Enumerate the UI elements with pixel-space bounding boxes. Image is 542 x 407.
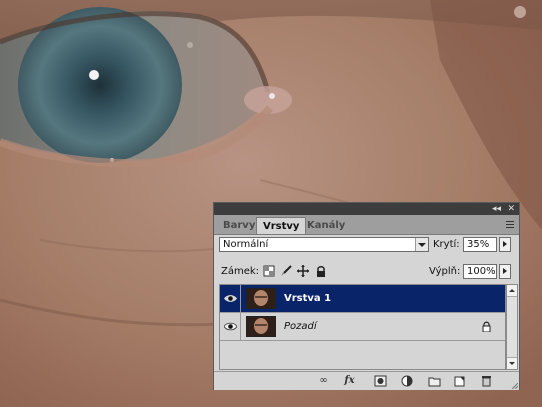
visibility-toggle[interactable] — [220, 285, 241, 312]
tab-barvy[interactable]: Barvy — [217, 217, 261, 234]
new-group-icon[interactable] — [428, 375, 441, 387]
delete-layer-icon[interactable] — [480, 375, 493, 387]
layer-row-pozadi[interactable]: Pozadí — [220, 313, 505, 341]
lock-label: Zámek: — [221, 266, 260, 277]
blend-mode-select[interactable]: Normální — [219, 237, 429, 252]
adjustment-layer-icon[interactable] — [401, 375, 414, 387]
link-layers-icon[interactable]: ∞ — [317, 375, 330, 387]
layers-panel: ◂◂ ✕ Barvy Vrstvy Kanály Normální Krytí:… — [213, 202, 520, 390]
scroll-up-icon[interactable] — [507, 285, 517, 297]
tab-vrstvy[interactable]: Vrstvy — [256, 217, 307, 234]
chevron-down-icon[interactable] — [415, 238, 428, 251]
layer-row-vrstva-1[interactable]: Vrstva 1 — [220, 285, 505, 313]
lock-brush-icon[interactable] — [280, 265, 292, 277]
layer-mask-icon[interactable] — [374, 375, 387, 387]
panel-titlebar[interactable]: ◂◂ ✕ — [214, 203, 519, 215]
opacity-field[interactable]: 35% — [463, 237, 497, 252]
collapse-panel-icon[interactable]: ◂◂ — [492, 203, 501, 215]
opacity-label: Krytí: — [433, 239, 460, 250]
fill-slider-button[interactable] — [499, 264, 511, 279]
fill-field[interactable]: 100% — [463, 264, 497, 279]
layer-name[interactable]: Vrstva 1 — [284, 292, 331, 305]
fill-label: Výplň: — [429, 266, 461, 277]
eye-icon — [224, 295, 237, 302]
lock-icon — [482, 321, 491, 332]
layers-list: Vrstva 1 Pozadí — [219, 284, 506, 370]
layers-scrollbar[interactable] — [506, 284, 518, 370]
visibility-toggle[interactable] — [220, 313, 241, 340]
opacity-slider-button[interactable] — [499, 237, 511, 252]
resize-grip-icon[interactable] — [512, 383, 518, 389]
scroll-down-icon[interactable] — [507, 357, 517, 369]
layer-thumbnail — [246, 316, 276, 337]
new-layer-icon[interactable] — [453, 375, 466, 387]
blend-mode-value: Normální — [223, 239, 269, 250]
panel-tabs: Barvy Vrstvy Kanály — [214, 215, 519, 235]
layer-name[interactable]: Pozadí — [284, 320, 317, 333]
lock-transparency-icon[interactable] — [263, 265, 275, 277]
layer-thumbnail — [246, 288, 276, 309]
tab-kanaly[interactable]: Kanály — [301, 217, 351, 234]
lock-all-icon[interactable] — [315, 265, 327, 277]
close-icon[interactable]: ✕ — [507, 203, 515, 215]
eye-icon — [224, 322, 237, 331]
panel-bottom-toolbar: ∞ fx — [214, 371, 519, 390]
lock-move-icon[interactable] — [297, 265, 309, 277]
panel-menu-icon[interactable] — [504, 219, 514, 229]
fx-icon[interactable]: fx — [343, 375, 356, 387]
